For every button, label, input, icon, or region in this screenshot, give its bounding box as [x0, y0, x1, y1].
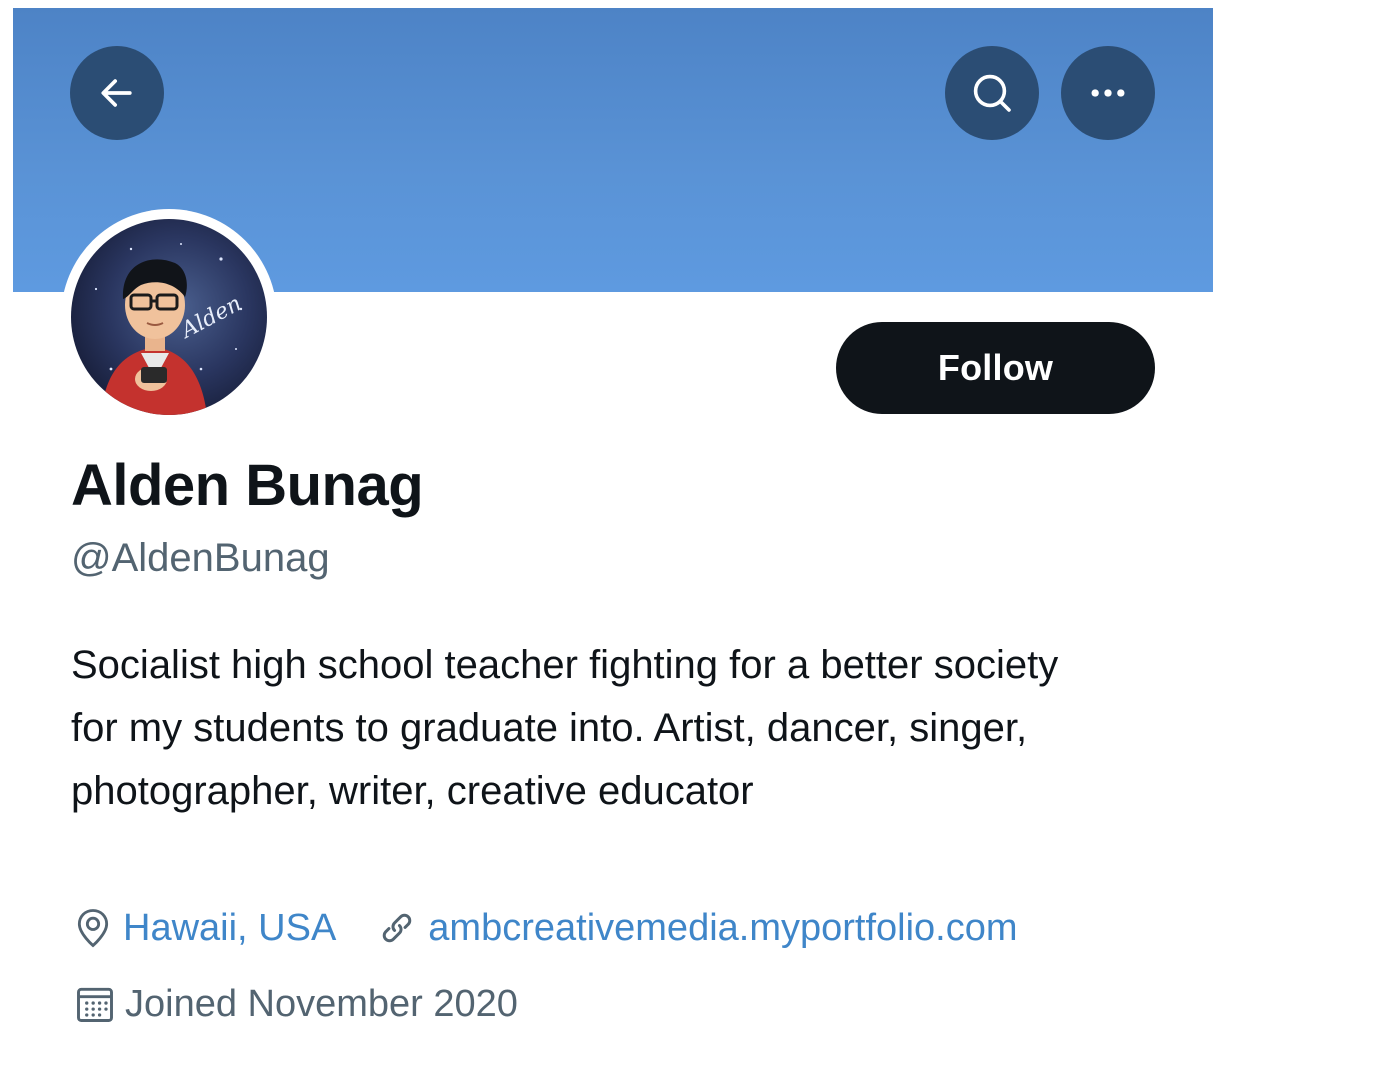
profile-meta-row: Hawaii, USA ambcreativemedia.myportfolio…: [73, 904, 1018, 952]
location-pin-icon: [77, 909, 109, 948]
website-link[interactable]: ambcreativemedia.myportfolio.com: [428, 907, 1017, 950]
more-horizontal-icon: [1091, 89, 1125, 97]
back-button[interactable]: [70, 46, 164, 140]
joined-date: Joined November 2020: [125, 982, 518, 1025]
display-name: Alden Bunag: [71, 453, 424, 518]
profile-handle: @AldenBunag: [71, 536, 330, 580]
profile-screen: Alden Follow Alden Bunag @AldenBunag Soc…: [0, 0, 1400, 1080]
avatar[interactable]: Alden: [71, 219, 267, 415]
follow-button[interactable]: Follow: [836, 322, 1155, 414]
avatar-ring: Alden: [61, 209, 277, 425]
link-icon: [383, 913, 412, 943]
joined-row: Joined November 2020: [73, 980, 518, 1028]
calendar-icon: [77, 987, 113, 1022]
website-item: ambcreativemedia.myportfolio.com: [376, 907, 1018, 950]
arrow-left-icon: [101, 79, 132, 107]
location-text: Hawaii, USA: [123, 906, 337, 949]
profile-bio: Socialist high school teacher fighting f…: [71, 643, 1059, 813]
location-item: Hawaii, USA: [73, 906, 336, 950]
search-icon: [973, 74, 1011, 112]
search-button[interactable]: [945, 46, 1039, 140]
more-options-button[interactable]: [1061, 46, 1155, 140]
